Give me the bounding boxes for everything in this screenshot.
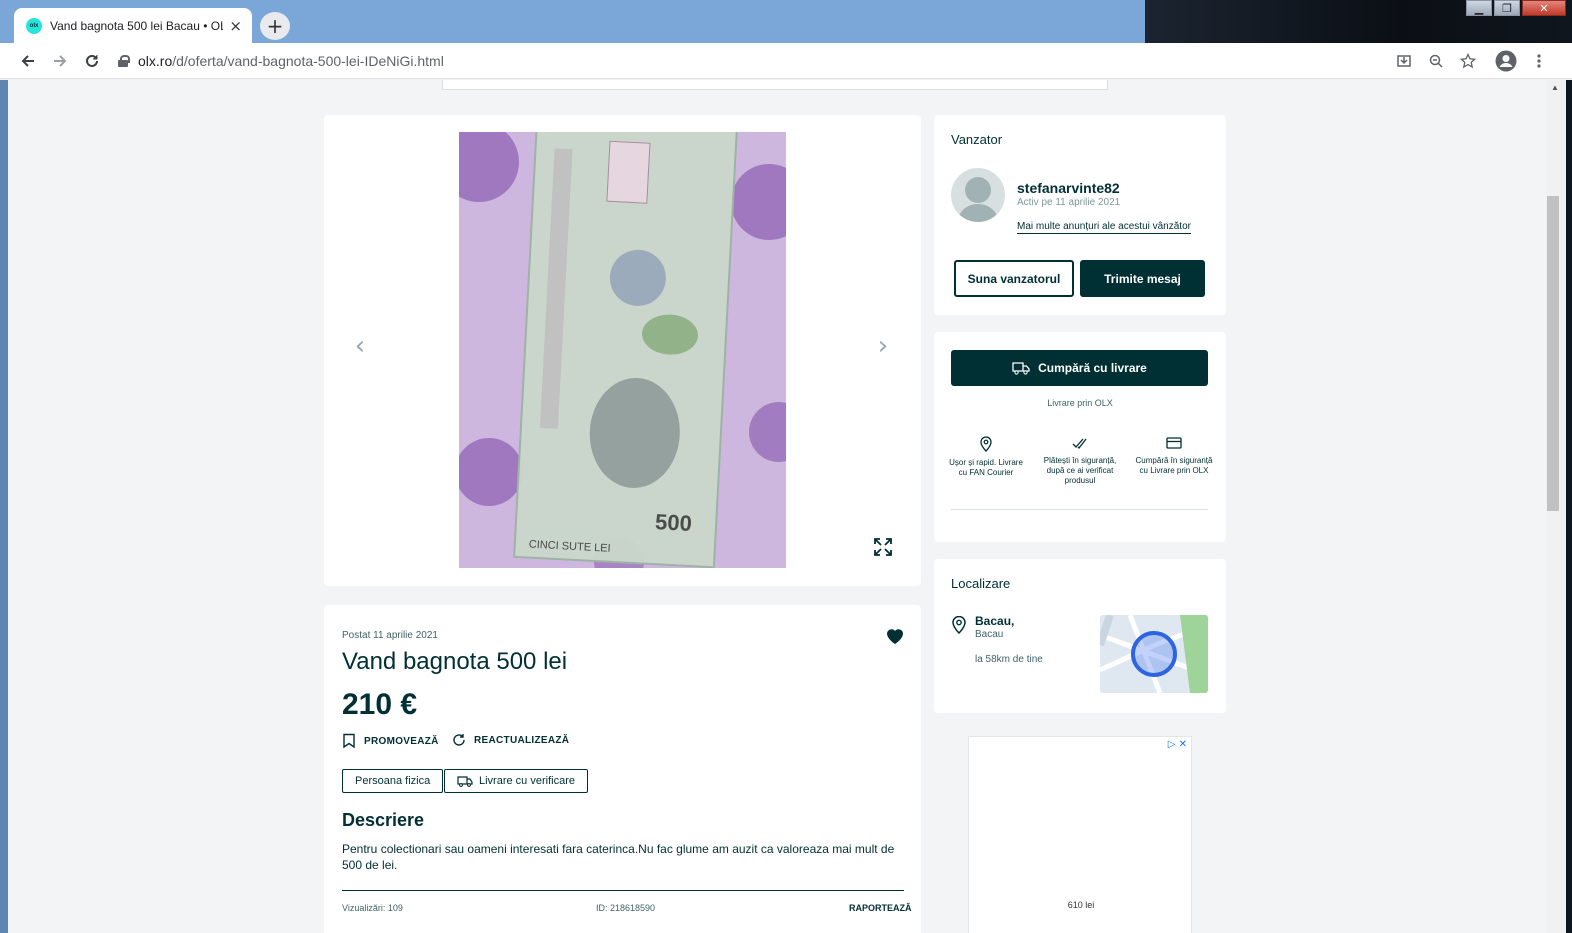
profile-button[interactable] bbox=[1494, 49, 1518, 73]
back-button[interactable] bbox=[16, 49, 40, 73]
ad-price: 610 lei bbox=[1067, 900, 1095, 910]
avatar bbox=[951, 168, 1005, 222]
tag-delivery: Livrare cu verificare bbox=[444, 769, 588, 793]
feature-safe-payment: Plătești în siguranță, după ce ai verifi… bbox=[1040, 436, 1120, 486]
profile-icon bbox=[1495, 50, 1517, 72]
feature-fast-delivery: Ușor și rapid. Livrare cu FAN Courier bbox=[946, 436, 1026, 478]
truck-icon bbox=[457, 776, 473, 787]
promote-button[interactable]: PROMOVEAZĂ bbox=[342, 733, 439, 749]
fullscreen-icon[interactable] bbox=[872, 536, 894, 558]
location-city: Bacau, bbox=[975, 614, 1015, 628]
tab-title: Vand bagnota 500 lei Bacau • OLX.ro bbox=[50, 18, 223, 33]
window-titlebar: olx Vand bagnota 500 lei Bacau • OLX.ro … bbox=[0, 0, 1572, 43]
banknote-image: 500 CINCI SUTE LEI bbox=[459, 132, 786, 568]
gallery-next-button[interactable]: › bbox=[871, 330, 895, 362]
new-tab-button[interactable]: + bbox=[260, 12, 290, 40]
buy-with-delivery-button[interactable]: Cumpără cu livrare bbox=[951, 350, 1208, 386]
seller-heading: Vanzator bbox=[951, 132, 1003, 147]
refresh-listing-button[interactable]: REACTUALIZEAZĂ bbox=[452, 733, 569, 747]
location-heading: Localizare bbox=[951, 576, 1011, 591]
install-icon bbox=[1397, 55, 1411, 67]
browser-toolbar: olx.ro/d/oferta/vand-bagnota-500-lei-IDe… bbox=[0, 43, 1572, 79]
maximize-button[interactable]: ❐ bbox=[1494, 0, 1520, 16]
description-text: Pentru colectionari sau oameni interesat… bbox=[342, 842, 895, 872]
listing-price: 210 € bbox=[342, 688, 418, 721]
zoom-icon bbox=[1429, 54, 1443, 68]
address-bar[interactable]: olx.ro/d/oferta/vand-bagnota-500-lei-IDe… bbox=[118, 47, 1398, 75]
listing-details: Postat 11 aprilie 2021 Vand bagnota 500 … bbox=[324, 605, 921, 933]
svg-text:500: 500 bbox=[655, 509, 693, 536]
listing-title: Vand bagnota 500 lei bbox=[342, 648, 568, 675]
listing-id: ID: 218618590 bbox=[596, 903, 656, 913]
bookmark-button[interactable] bbox=[1456, 49, 1480, 73]
star-icon bbox=[1460, 53, 1476, 69]
scroll-thumb[interactable] bbox=[1547, 196, 1559, 511]
views-count: Vizualizări: 109 bbox=[342, 903, 403, 913]
truck-icon bbox=[1012, 362, 1030, 375]
location-pin-icon bbox=[952, 616, 966, 634]
map-pin-icon bbox=[980, 436, 992, 452]
back-arrow-icon bbox=[21, 55, 34, 67]
top-banner-ad[interactable] bbox=[442, 80, 1108, 90]
location-map[interactable] bbox=[1100, 615, 1208, 693]
lock-icon bbox=[118, 55, 130, 67]
refresh-icon bbox=[453, 734, 465, 746]
page-scrollbar[interactable]: ▲ bbox=[1546, 80, 1566, 933]
forward-arrow-icon bbox=[54, 55, 67, 67]
location-distance: la 58km de tine bbox=[975, 654, 1043, 665]
window-controls: ▁ ❐ ✕ bbox=[1466, 0, 1566, 16]
scroll-up-arrow-icon[interactable]: ▲ bbox=[1551, 83, 1559, 92]
gallery-prev-button[interactable]: ‹ bbox=[348, 330, 372, 362]
reload-icon bbox=[86, 54, 98, 67]
menu-button[interactable] bbox=[1527, 49, 1551, 73]
seller-card: Vanzator stefanarvinte82 Activ pe 11 apr… bbox=[934, 115, 1226, 315]
heart-icon[interactable] bbox=[884, 625, 906, 647]
kebab-menu-icon bbox=[1537, 54, 1541, 68]
divider bbox=[951, 509, 1208, 510]
delivery-card: Cumpără cu livrare Livrare prin OLX Ușor… bbox=[934, 332, 1226, 542]
posted-date: Postat 11 aprilie 2021 bbox=[342, 630, 438, 641]
report-link[interactable]: RAPORTEAZĂ bbox=[849, 903, 912, 913]
send-message-button[interactable]: Trimite mesaj bbox=[1080, 260, 1205, 297]
zoom-button[interactable] bbox=[1424, 49, 1448, 73]
feature-secure-purchase: Cumpără în siguranță cu Livrare prin OLX bbox=[1134, 436, 1214, 476]
location-region: Bacau bbox=[975, 629, 1004, 640]
install-app-button[interactable] bbox=[1392, 49, 1416, 73]
sidebar-ad[interactable]: ▷ ✕ 610 lei bbox=[968, 736, 1192, 933]
photo-gallery: 500 CINCI SUTE LEI ‹ › bbox=[324, 115, 921, 586]
url-text: olx.ro/d/oferta/vand-bagnota-500-lei-IDe… bbox=[138, 53, 444, 69]
seller-active-since: Activ pe 11 aprilie 2021 bbox=[1017, 197, 1121, 208]
close-window-button[interactable]: ✕ bbox=[1522, 0, 1566, 16]
browser-tab[interactable]: olx Vand bagnota 500 lei Bacau • OLX.ro … bbox=[14, 8, 252, 43]
double-check-icon bbox=[1072, 438, 1087, 449]
more-ads-link[interactable]: Mai multe anunțuri ale acestui vânzător bbox=[1017, 221, 1191, 234]
olx-favicon-icon: olx bbox=[26, 17, 42, 34]
tag-private-person: Persoana fizica bbox=[342, 769, 444, 793]
divider bbox=[342, 890, 904, 891]
close-tab-icon[interactable]: × bbox=[229, 17, 242, 35]
card-icon bbox=[1166, 437, 1182, 449]
minimize-button[interactable]: ▁ bbox=[1466, 0, 1492, 16]
description-heading: Descriere bbox=[342, 810, 425, 830]
page-content: 500 CINCI SUTE LEI ‹ › Postat 11 aprilie… bbox=[8, 80, 1546, 933]
bookmark-icon bbox=[343, 733, 355, 749]
delivery-subtitle: Livrare prin OLX bbox=[1047, 398, 1113, 408]
seller-username[interactable]: stefanarvinte82 bbox=[1017, 180, 1120, 196]
call-seller-button[interactable]: Suna vanzatorul bbox=[954, 260, 1074, 297]
reload-button[interactable] bbox=[80, 49, 104, 73]
location-card: Localizare Bacau, Bacau la 58km de tine bbox=[934, 559, 1226, 713]
forward-button[interactable] bbox=[48, 49, 72, 73]
ad-choices-icon[interactable]: ▷ ✕ bbox=[1168, 739, 1187, 750]
listing-photo[interactable]: 500 CINCI SUTE LEI bbox=[459, 132, 786, 568]
